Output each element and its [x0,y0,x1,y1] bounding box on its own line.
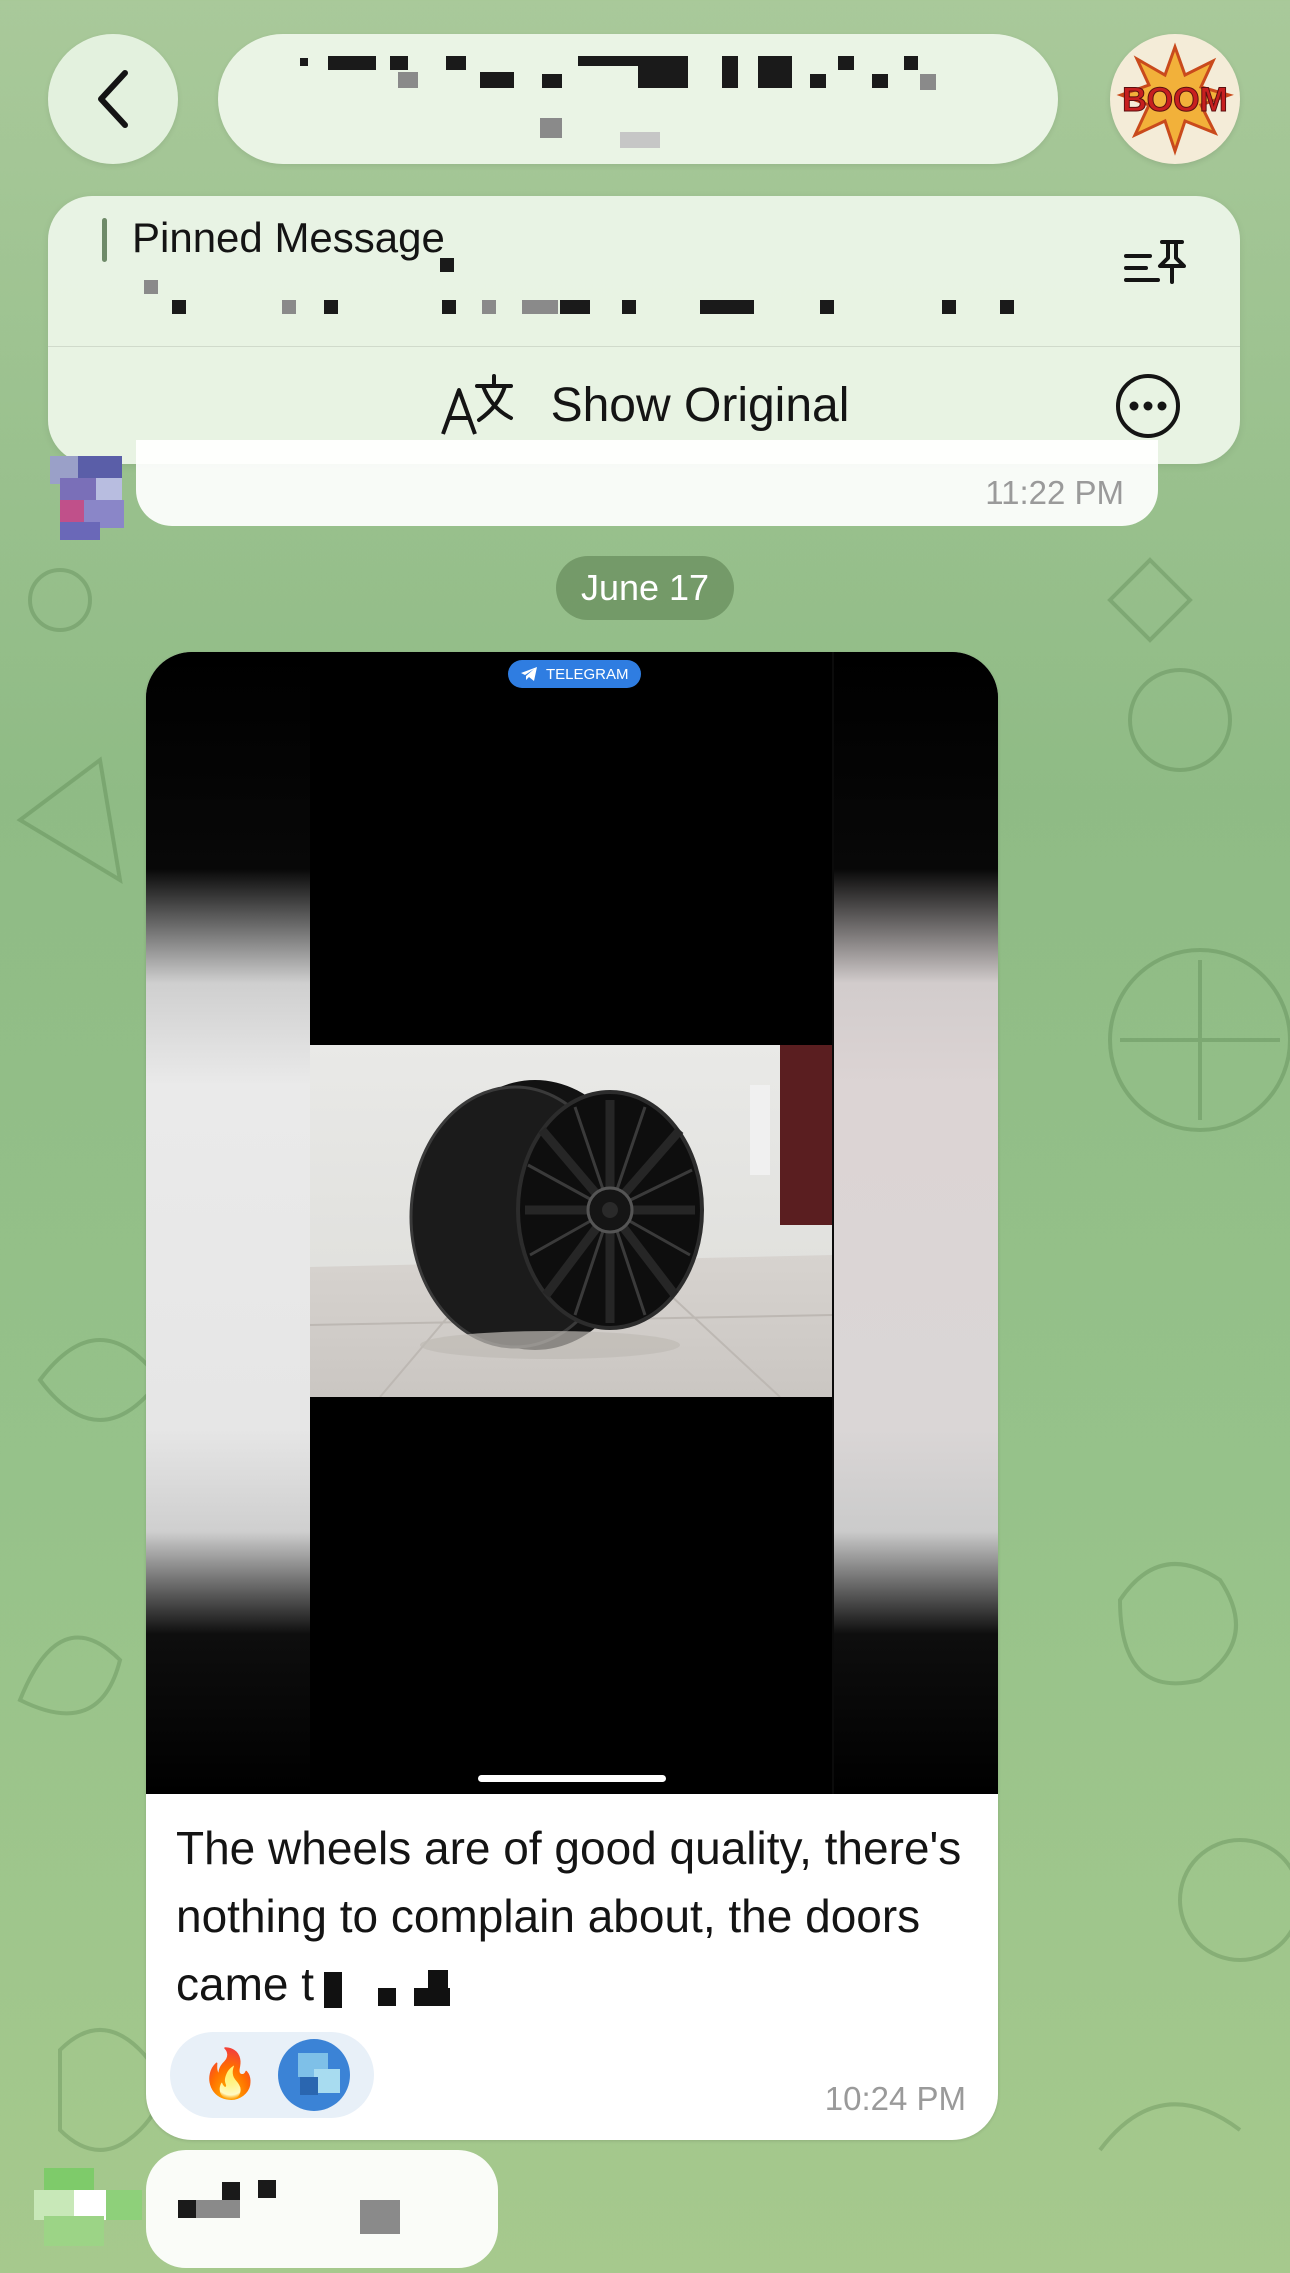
wheel-photo [310,1045,832,1397]
pinned-indicator-bar [102,218,107,262]
video-frame [310,652,832,1794]
video-blur-left [146,652,310,1794]
chevron-left-icon [98,70,128,128]
message-time: 10:24 PM [824,2080,966,2117]
pin-list-icon[interactable] [1124,238,1186,295]
translate-icon [440,374,513,435]
reactions-bar[interactable]: 🔥 [170,2032,374,2118]
video-message-bubble[interactable]: TELEGRAM The wheels are of good quality,… [146,652,998,2140]
svg-text:BOOM: BOOM [1122,81,1228,119]
message-caption-text: The wheels are of good quality, there's … [176,1822,962,2010]
message-caption: The wheels are of good quality, there's … [176,1814,976,2018]
video-thumbnail[interactable]: TELEGRAM [146,652,998,1794]
message-time: 11:22 PM [985,474,1124,511]
previous-message-bubble[interactable]: 11:22 PM [136,440,1158,526]
boom-logo: BOOM [1116,42,1234,156]
pinned-message-panel[interactable]: Pinned Message Show Original [48,196,1240,464]
home-indicator [478,1775,666,1782]
redacted-caption [318,1968,458,2008]
sender-avatar-next[interactable] [34,2168,144,2258]
back-button[interactable] [48,34,178,164]
next-message-bubble[interactable] [146,2150,498,2268]
chat-title-pill[interactable] [218,34,1058,164]
date-separator: June 17 [556,556,734,620]
redacted-pinned-preview [144,280,158,294]
fire-reaction[interactable]: 🔥 [200,2051,260,2099]
pinned-title: Pinned Message [132,214,445,261]
video-blur-right [834,652,998,1794]
telegram-badge-label: TELEGRAM [546,665,629,683]
telegram-badge: TELEGRAM [508,660,641,688]
chat-avatar[interactable]: BOOM [1110,34,1240,164]
sender-avatar[interactable] [24,456,134,540]
more-horizontal-icon[interactable] [1114,372,1182,445]
redacted-title [300,58,308,66]
redacted-next-message [178,2200,196,2218]
show-original-label: Show Original [550,378,850,432]
telegram-plane-icon [521,667,537,681]
reactor-avatar [277,2039,350,2111]
